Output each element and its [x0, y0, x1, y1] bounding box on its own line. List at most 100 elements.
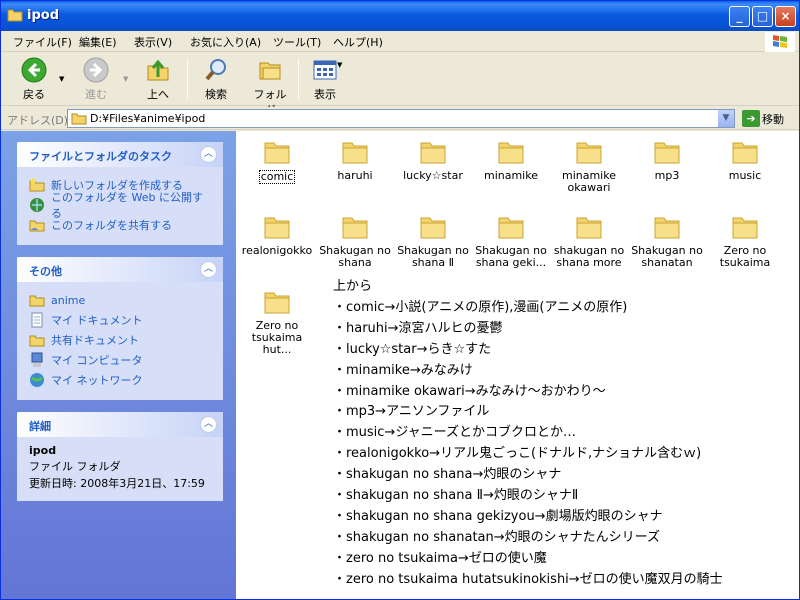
folder-item-comic[interactable]: comic	[238, 139, 316, 184]
folder-label: realonigokko	[241, 244, 313, 257]
forward-label: 進む	[85, 88, 107, 101]
folder-item-minamike[interactable]: minamike	[472, 139, 550, 182]
panel-header[interactable]: ファイルとフォルダのタスク ︿	[17, 142, 223, 167]
place-shared-documents[interactable]: 共有ドキュメント	[29, 330, 211, 350]
folder-up-icon	[147, 59, 169, 81]
details-type: ファイル フォルダ	[29, 460, 121, 473]
menu-bar: ファイル(F) 編集(E) 表示(V) お気に入り(A) ツール(T) ヘルプ(…	[1, 31, 799, 52]
address-input[interactable]: D:¥Files¥anime¥ipod ▼	[67, 109, 735, 128]
title-bar[interactable]: ipod _ □ ×	[1, 1, 799, 31]
menu-help[interactable]: ヘルプ(H)	[333, 34, 383, 50]
note-line: ・music→ジャニーズとかコブクロとか…	[333, 425, 577, 441]
folder-item-realonigokko[interactable]: realonigokko	[238, 214, 316, 257]
task-publish-web[interactable]: このフォルダを Web に公開する	[29, 191, 211, 220]
folder-label: Shakugan no shana	[319, 244, 391, 269]
menu-favorites[interactable]: お気に入り(A)	[190, 34, 261, 50]
folder-item-shakugan-no-shana-more[interactable]: shakugan no shana more	[550, 214, 628, 269]
menu-view[interactable]: 表示(V)	[134, 34, 172, 50]
search-button[interactable]: 検索	[199, 57, 233, 102]
folder-item-lucky-star[interactable]: lucky☆star	[394, 139, 472, 182]
folder-icon	[342, 217, 368, 239]
folder-item-mp3[interactable]: mp3	[628, 139, 706, 182]
windows-logo-icon	[765, 32, 795, 52]
folders-icon	[259, 62, 281, 80]
place-my-computer[interactable]: マイ コンピュータ	[29, 350, 211, 370]
place-my-documents[interactable]: マイ ドキュメント	[29, 310, 211, 330]
folder-item-shakugan-no-shanatan[interactable]: Shakugan no shanatan	[628, 214, 706, 269]
details-modified: 更新日時: 2008年3月21日、17:59	[29, 477, 205, 490]
views-label: 表示	[314, 88, 336, 101]
menu-file[interactable]: ファイル(F)	[13, 34, 72, 50]
folder-item-shakugan-no-shana[interactable]: Shakugan no shana	[316, 214, 394, 269]
folder-item-zero-no-tsukaima-hutatsukinokishi[interactable]: Zero no tsukaima hut...	[238, 289, 316, 356]
views-icon	[313, 60, 337, 80]
note-line: ・shakugan no shanatan→灼眼のシャナたんシリーズ	[333, 529, 660, 545]
folder-label: music	[728, 169, 762, 182]
folder-icon	[264, 217, 290, 239]
new-folder-icon	[29, 178, 45, 192]
folder-label: minamike	[483, 169, 538, 182]
maximize-button[interactable]: □	[752, 6, 773, 27]
note-line: ・realonigokko→リアル鬼ごっこ(ドナルド,ナショナル含むｗ)	[333, 446, 702, 462]
note-line: ・shakugan no shana Ⅱ→灼眼のシャナⅡ	[333, 488, 579, 504]
share-folder-icon	[29, 220, 45, 232]
go-button[interactable]: ➔ 移動	[742, 110, 784, 127]
folder-item-music[interactable]: music	[706, 139, 784, 182]
folder-label: haruhi	[337, 169, 373, 182]
folder-label: minamike okawari	[561, 169, 616, 194]
explorer-window: ipod _ □ × ファイル(F) 編集(E) 表示(V) お気に入り(A) …	[0, 0, 800, 600]
place-my-network[interactable]: マイ ネットワーク	[29, 370, 211, 390]
window-title: ipod	[27, 8, 59, 23]
other-places-panel: その他 ︿ anime マイ ドキュメント 共有ドキュメント マイ コンピュータ…	[17, 257, 223, 400]
folder-item-shakugan-no-shana-gekizyou[interactable]: Shakugan no shana geki...	[472, 214, 550, 269]
forward-button[interactable]: 進む	[81, 57, 111, 102]
folder-item-shakugan-no-shana-2[interactable]: Shakugan no shana Ⅱ	[394, 214, 472, 269]
note-line: ・minamike→みなみけ	[333, 362, 473, 378]
panel-title: 詳細	[29, 420, 51, 433]
panel-header[interactable]: その他 ︿	[17, 257, 223, 282]
views-button[interactable]: 表示	[310, 57, 340, 102]
go-label: 移動	[762, 112, 784, 126]
forward-dropdown-icon[interactable]: ▼	[123, 75, 128, 83]
back-button[interactable]: 戻る	[19, 57, 49, 102]
folder-icon	[654, 142, 680, 164]
collapse-chevron-icon[interactable]: ︿	[200, 261, 217, 278]
folder-icon	[264, 142, 290, 164]
place-label: マイ ネットワーク	[51, 374, 143, 387]
folder-icon	[732, 217, 758, 239]
folder-item-haruhi[interactable]: haruhi	[316, 139, 394, 182]
views-dropdown-icon[interactable]: ▼	[337, 61, 342, 69]
folder-icon	[71, 113, 87, 125]
folder-icon	[732, 142, 758, 164]
panel-header[interactable]: 詳細 ︿	[17, 412, 223, 437]
menu-tools[interactable]: ツール(T)	[273, 34, 321, 50]
search-label: 検索	[205, 88, 227, 101]
back-label: 戻る	[23, 88, 45, 101]
folder-label: lucky☆star	[403, 169, 463, 182]
details-panel: 詳細 ︿ ipod ファイル フォルダ 更新日時: 2008年3月21日、17:…	[17, 412, 223, 501]
folder-label: Zero no tsukaima hut...	[251, 319, 303, 356]
panel-title: ファイルとフォルダのタスク	[29, 150, 172, 163]
folder-item-zero-no-tsukaima[interactable]: Zero no tsukaima	[706, 214, 784, 269]
collapse-chevron-icon[interactable]: ︿	[200, 416, 217, 433]
place-label: anime	[51, 293, 86, 307]
note-line: ・zero no tsukaima→ゼロの使い魔	[333, 550, 547, 566]
folder-label: Zero no tsukaima	[719, 244, 771, 269]
folder-icon	[498, 217, 524, 239]
address-dropdown-button[interactable]: ▼	[717, 110, 734, 127]
place-anime[interactable]: anime	[29, 290, 211, 310]
address-path: D:¥Files¥anime¥ipod	[90, 112, 206, 125]
note-line: ・mp3→アニソンファイル	[333, 404, 490, 420]
minimize-button[interactable]: _	[729, 6, 750, 27]
folder-item-minamike-okawari[interactable]: minamike okawari	[550, 139, 628, 194]
collapse-chevron-icon[interactable]: ︿	[200, 146, 217, 163]
close-button[interactable]: ×	[775, 6, 796, 27]
back-dropdown-icon[interactable]: ▼	[59, 75, 64, 83]
my-computer-icon	[31, 352, 43, 367]
up-button[interactable]: 上へ	[143, 57, 173, 102]
place-label: 共有ドキュメント	[51, 334, 139, 347]
note-line: ・comic→小説(アニメの原作),漫画(アニメの原作)	[333, 299, 628, 315]
toolbar: 戻る ▼ 進む ▼ 上へ 検索 フォル 表示 ▼	[1, 53, 799, 117]
back-arrow-icon	[21, 57, 47, 83]
menu-edit[interactable]: 編集(E)	[79, 34, 117, 50]
